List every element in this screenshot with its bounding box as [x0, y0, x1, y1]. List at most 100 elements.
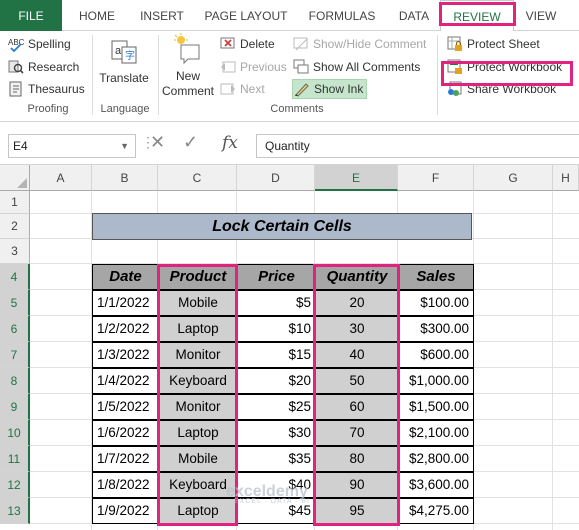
cell-sales[interactable]: $300.00	[398, 316, 474, 342]
svg-text:a: a	[115, 45, 122, 57]
cell-date[interactable]: 1/7/2022	[92, 446, 159, 472]
cell-sales[interactable]: $3,600.00	[398, 472, 474, 498]
header-sales[interactable]: Sales	[398, 264, 474, 290]
header-date[interactable]: Date	[92, 264, 159, 290]
tab-formulas[interactable]: FORMULAS	[302, 0, 382, 31]
column-header-h[interactable]: H	[553, 165, 579, 191]
cell-quantity[interactable]: 70	[315, 420, 399, 446]
row-header-12[interactable]: 12	[0, 472, 30, 498]
cell-quantity[interactable]: 20	[315, 290, 399, 316]
cell-sales[interactable]: $600.00	[398, 342, 474, 368]
column-header-g[interactable]: G	[474, 165, 553, 191]
enter-icon[interactable]: ✓	[183, 132, 198, 153]
row-header-13[interactable]: 13	[0, 498, 30, 524]
protect-sheet-button[interactable]: Protect Sheet	[447, 34, 540, 54]
language-group-label: Language	[100, 103, 150, 115]
insert-function-icon[interactable]: fx	[222, 133, 238, 153]
show-ink-button[interactable]: Show Ink	[292, 79, 368, 99]
spelling-button[interactable]: ABC Spelling	[8, 34, 71, 54]
cell-product[interactable]: Keyboard	[158, 368, 238, 394]
tab-file[interactable]: FILE	[0, 0, 62, 31]
column-header-c[interactable]: C	[158, 165, 237, 191]
cell-price[interactable]: $20	[237, 368, 316, 394]
cell-date[interactable]: 1/9/2022	[92, 498, 159, 524]
column-header-b[interactable]: B	[92, 165, 158, 191]
cell-date[interactable]: 1/1/2022	[92, 290, 159, 316]
cell-quantity[interactable]: 80	[315, 446, 399, 472]
header-product[interactable]: Product	[158, 264, 238, 290]
row-header-1[interactable]: 1	[0, 191, 30, 214]
tab-data[interactable]: DATA	[390, 0, 438, 31]
cell-price[interactable]: $15	[237, 342, 316, 368]
cell-sales[interactable]: $1,500.00	[398, 394, 474, 420]
formula-input[interactable]: Quantity	[256, 134, 579, 158]
cell-sales[interactable]: $100.00	[398, 290, 474, 316]
cell-product[interactable]: Laptop	[158, 316, 238, 342]
previous-comment-button[interactable]: Previous	[220, 57, 287, 77]
thesaurus-button[interactable]: Thesaurus	[8, 79, 85, 99]
research-button[interactable]: Research	[8, 57, 79, 77]
row-header-8[interactable]: 8	[0, 368, 30, 394]
cell-date[interactable]: 1/3/2022	[92, 342, 159, 368]
worksheet-grid[interactable]: ABCDEFGH 1 2 3 4 5 6 7 8 9 10 11 12 13 Lock Certain …	[0, 165, 579, 530]
cell-price[interactable]: $35	[237, 446, 316, 472]
cell-date[interactable]: 1/2/2022	[92, 316, 159, 342]
row-header-10[interactable]: 10	[0, 420, 30, 446]
next-comment-button[interactable]: Next	[220, 79, 265, 99]
new-comment-icon	[173, 33, 203, 69]
select-all-corner[interactable]	[0, 165, 30, 191]
row-header-7[interactable]: 7	[0, 342, 30, 368]
tab-home[interactable]: HOME	[70, 0, 124, 31]
cell-sales[interactable]: $1,000.00	[398, 368, 474, 394]
row-header-9[interactable]: 9	[0, 394, 30, 420]
cell-quantity[interactable]: 50	[315, 368, 399, 394]
row-header-5[interactable]: 5	[0, 290, 30, 316]
row-header-4[interactable]: 4	[0, 264, 30, 290]
new-comment-button[interactable]: New Comment	[160, 33, 216, 99]
cell-product[interactable]: Mobile	[158, 290, 238, 316]
column-header-d[interactable]: D	[237, 165, 315, 191]
cell-price[interactable]: $10	[237, 316, 316, 342]
row-header-3[interactable]: 3	[0, 239, 30, 264]
delete-comment-button[interactable]: Delete	[220, 34, 275, 54]
name-box[interactable]: E4 ▼	[8, 134, 136, 158]
cell-date[interactable]: 1/5/2022	[92, 394, 159, 420]
cell-quantity[interactable]: 60	[315, 394, 399, 420]
cell-sales[interactable]: $2,100.00	[398, 420, 474, 446]
chevron-down-icon[interactable]: ▼	[120, 135, 129, 157]
column-header-e[interactable]: E	[315, 165, 398, 191]
header-price[interactable]: Price	[237, 264, 316, 290]
ribbon-separator	[437, 35, 438, 115]
row-header-6[interactable]: 6	[0, 316, 30, 342]
cell-price[interactable]: $30	[237, 420, 316, 446]
show-all-comments-button[interactable]: Show All Comments	[293, 57, 420, 77]
translate-button[interactable]: a字 Translate	[98, 37, 150, 86]
cell-price[interactable]: $25	[237, 394, 316, 420]
cell-product[interactable]: Laptop	[158, 420, 238, 446]
cell-product[interactable]: Monitor	[158, 342, 238, 368]
sheet-title[interactable]: Lock Certain Cells	[92, 213, 472, 240]
tab-page-layout[interactable]: PAGE LAYOUT	[200, 0, 292, 31]
show-hide-comment-button[interactable]: Show/Hide Comment	[293, 34, 426, 54]
column-header-a[interactable]: A	[30, 165, 92, 191]
cell-product[interactable]: Monitor	[158, 394, 238, 420]
cell-quantity[interactable]: 30	[315, 316, 399, 342]
row-header-2[interactable]: 2	[0, 214, 30, 239]
cell-quantity[interactable]: 90	[315, 472, 399, 498]
row-header-11[interactable]: 11	[0, 446, 30, 472]
cell-sales[interactable]: $4,275.00	[398, 498, 474, 524]
column-header-f[interactable]: F	[398, 165, 474, 191]
cell-date[interactable]: 1/4/2022	[92, 368, 159, 394]
header-quantity[interactable]: Quantity	[315, 264, 399, 290]
cell-quantity[interactable]: 95	[315, 498, 399, 524]
cancel-icon[interactable]: ✕	[150, 132, 165, 153]
cell-price[interactable]: $5	[237, 290, 316, 316]
cell-date[interactable]: 1/6/2022	[92, 420, 159, 446]
cell-date[interactable]: 1/8/2022	[92, 472, 159, 498]
protect-sheet-highlight	[441, 61, 573, 86]
tab-view[interactable]: VIEW	[518, 0, 564, 31]
tab-insert[interactable]: INSERT	[132, 0, 192, 31]
cell-sales[interactable]: $2,800.00	[398, 446, 474, 472]
cell-product[interactable]: Mobile	[158, 446, 238, 472]
cell-quantity[interactable]: 40	[315, 342, 399, 368]
